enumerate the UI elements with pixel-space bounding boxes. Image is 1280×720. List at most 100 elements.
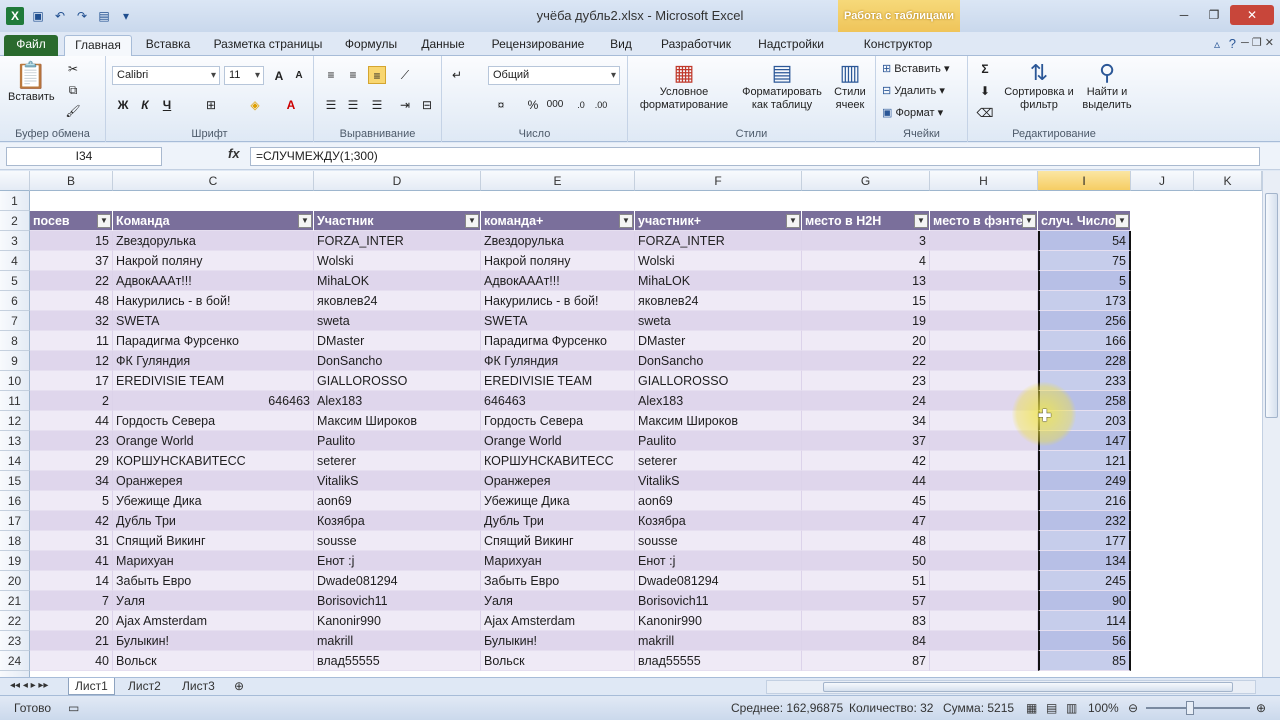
table-cell-g[interactable]: 87 (802, 651, 930, 671)
table-cell-c[interactable]: Оранжерея (113, 471, 314, 491)
filter-dropdown-icon[interactable]: ▼ (1115, 214, 1129, 228)
table-cell-g[interactable]: 19 (802, 311, 930, 331)
table-cell-g[interactable]: 22 (802, 351, 930, 371)
table-cell-h[interactable] (930, 451, 1038, 471)
table-cell-b[interactable]: 17 (30, 371, 113, 391)
font-size-combo[interactable]: 11 (224, 66, 264, 85)
table-cell-e[interactable]: Ajax Amsterdam (481, 611, 635, 631)
table-cell-e[interactable]: АдвокAAAт!!! (481, 271, 635, 291)
table-cell-g[interactable]: 4 (802, 251, 930, 271)
table-cell-e[interactable]: Оранжерея (481, 471, 635, 491)
indent-icon[interactable]: ⇥ (396, 96, 414, 114)
row-header[interactable]: 3 (0, 231, 30, 251)
table-cell-e[interactable]: Марихуан (481, 551, 635, 571)
table-cell-i[interactable]: 216 (1038, 491, 1131, 511)
table-cell-c[interactable]: Ajax Amsterdam (113, 611, 314, 631)
tab-addins[interactable]: Надстройки (752, 35, 830, 56)
filter-dropdown-icon[interactable]: ▼ (619, 214, 633, 228)
table-cell-b[interactable]: 7 (30, 591, 113, 611)
paste-button[interactable]: 📋 Вставить (8, 60, 55, 103)
table-cell-g[interactable]: 57 (802, 591, 930, 611)
table-cell-i[interactable]: 85 (1038, 651, 1131, 671)
table-cell-g[interactable]: 24 (802, 391, 930, 411)
table-cell-c[interactable]: Гордость Севера (113, 411, 314, 431)
align-right-icon[interactable]: ☰ (368, 96, 386, 114)
filter-dropdown-icon[interactable]: ▼ (786, 214, 800, 228)
table-cell-e[interactable]: 646463 (481, 391, 635, 411)
table-cell-c[interactable]: 646463 (113, 391, 314, 411)
table-cell-b[interactable]: 11 (30, 331, 113, 351)
copy-icon[interactable]: ⧉ (64, 81, 82, 99)
table-cell-e[interactable]: Гордость Севера (481, 411, 635, 431)
table-cell-h[interactable] (930, 271, 1038, 291)
workbook-window-controls[interactable]: ─ ❐ ✕ (1241, 36, 1274, 49)
align-middle-icon[interactable]: ≡ (344, 66, 362, 84)
table-cell-c[interactable]: Парадигма Фурсенко (113, 331, 314, 351)
table-cell-d[interactable]: Максим Широков (314, 411, 481, 431)
table-cell-f[interactable]: Козябра (635, 511, 802, 531)
shrink-font-icon[interactable]: A (290, 67, 308, 85)
table-cell-g[interactable]: 34 (802, 411, 930, 431)
row-header[interactable]: 11 (0, 391, 30, 411)
column-header-h[interactable]: H (930, 171, 1038, 191)
table-cell-f[interactable]: Wolski (635, 251, 802, 271)
number-format-combo[interactable]: Общий (488, 66, 620, 85)
close-icon[interactable]: ✕ (1230, 5, 1274, 25)
table-cell-e[interactable]: Забыть Евро (481, 571, 635, 591)
table-cell-c[interactable]: Убежище Дика (113, 491, 314, 511)
table-cell-b[interactable]: 29 (30, 451, 113, 471)
table-cell-i[interactable]: 177 (1038, 531, 1131, 551)
help-icon[interactable]: ? (1229, 36, 1236, 51)
orientation-icon[interactable]: ⟋ (396, 66, 414, 84)
row-header[interactable]: 12 (0, 411, 30, 431)
row-header[interactable]: 5 (0, 271, 30, 291)
table-cell-b[interactable]: 14 (30, 571, 113, 591)
tab-review[interactable]: Рецензирование (484, 35, 592, 56)
table-cell-b[interactable]: 2 (30, 391, 113, 411)
align-top-icon[interactable]: ≡ (322, 66, 340, 84)
wrap-text-icon[interactable]: ↵ (448, 66, 466, 84)
merge-icon[interactable]: ⊟ (418, 96, 436, 114)
table-cell-h[interactable] (930, 531, 1038, 551)
table-cell-h[interactable] (930, 611, 1038, 631)
table-cell-f[interactable]: Paulito (635, 431, 802, 451)
table-cell-f[interactable]: Енот :j (635, 551, 802, 571)
tab-design[interactable]: Конструктор (856, 35, 940, 56)
table-cell-b[interactable]: 5 (30, 491, 113, 511)
table-cell-d[interactable]: FORZA_INTER (314, 231, 481, 251)
table-cell-b[interactable]: 42 (30, 511, 113, 531)
table-cell-i[interactable]: 121 (1038, 451, 1131, 471)
row-header[interactable]: 6 (0, 291, 30, 311)
column-header-b[interactable]: B (30, 171, 113, 191)
tab-page-layout[interactable]: Разметка страницы (206, 35, 330, 56)
table-cell-g[interactable]: 20 (802, 331, 930, 351)
table-cell-d[interactable]: GIALLOROSSO (314, 371, 481, 391)
tab-developer[interactable]: Разработчик (650, 35, 742, 56)
table-cell-f[interactable]: Alex183 (635, 391, 802, 411)
table-cell-b[interactable]: 37 (30, 251, 113, 271)
table-cell-i[interactable]: 228 (1038, 351, 1131, 371)
table-cell-f[interactable]: Максим Широков (635, 411, 802, 431)
table-cell-i[interactable]: 256 (1038, 311, 1131, 331)
column-header-i[interactable]: I (1038, 171, 1131, 191)
delete-cells-button[interactable]: ⊟ Удалить ▾ (882, 84, 945, 97)
table-cell-g[interactable]: 42 (802, 451, 930, 471)
table-cell-h[interactable] (930, 571, 1038, 591)
column-header-e[interactable]: E (481, 171, 635, 191)
table-cell-b[interactable]: 48 (30, 291, 113, 311)
table-cell-i[interactable]: 166 (1038, 331, 1131, 351)
row-header[interactable]: 16 (0, 491, 30, 511)
table-cell-b[interactable]: 32 (30, 311, 113, 331)
sheet-tab-3[interactable]: Лист3 (176, 678, 221, 695)
table-cell-h[interactable] (930, 551, 1038, 571)
table-cell-d[interactable]: Paulito (314, 431, 481, 451)
table-cell-d[interactable]: Wolski (314, 251, 481, 271)
table-cell-f[interactable]: DMaster (635, 331, 802, 351)
table-cell-g[interactable]: 45 (802, 491, 930, 511)
table-cell-e[interactable]: Парадигма Фурсенко (481, 331, 635, 351)
table-cell-e[interactable]: ФК Гуляндия (481, 351, 635, 371)
align-left-icon[interactable]: ☰ (322, 96, 340, 114)
zoom-in-icon[interactable]: ⊕ (1256, 701, 1266, 715)
table-cell-c[interactable]: SWETA (113, 311, 314, 331)
tab-file[interactable]: Файл (4, 35, 58, 56)
